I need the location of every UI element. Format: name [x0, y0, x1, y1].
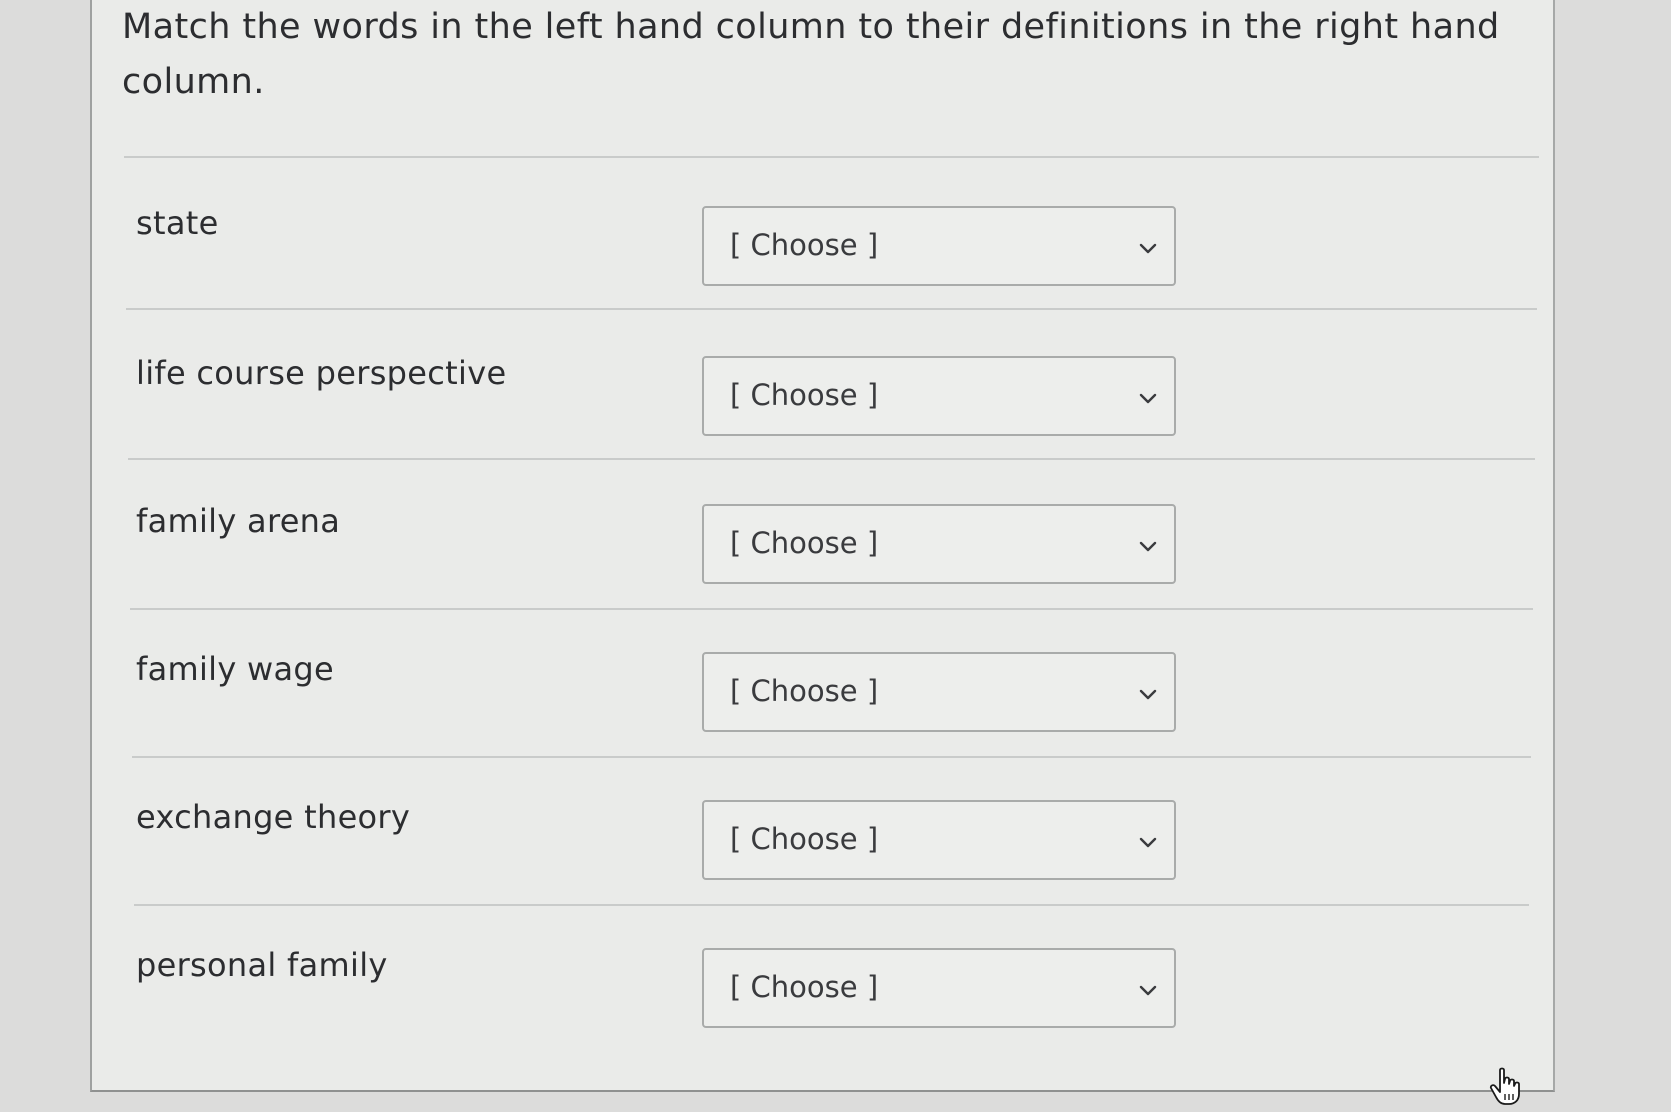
chevron-down-icon: [1139, 541, 1157, 552]
chevron-down-icon: [1139, 689, 1157, 700]
term-label: personal family: [136, 946, 388, 984]
row-divider: [126, 308, 1537, 310]
row-divider: [130, 608, 1533, 610]
term-label: family wage: [136, 650, 335, 688]
match-row-family-wage: family wage [ Choose ]: [92, 638, 1553, 788]
chevron-down-icon: [1139, 243, 1157, 254]
quiz-question-panel: Match the words in the left hand column …: [90, 0, 1555, 1092]
term-label: state: [136, 204, 219, 242]
definition-select-personal-family[interactable]: [ Choose ]: [702, 948, 1176, 1028]
select-value: [ Choose ]: [730, 228, 879, 262]
match-row-life-course-perspective: life course perspective [ Choose ]: [92, 342, 1553, 492]
hand-pointer-icon: [1489, 1067, 1520, 1105]
select-value: [ Choose ]: [730, 378, 879, 412]
definition-select-exchange-theory[interactable]: [ Choose ]: [702, 800, 1176, 880]
term-label: life course perspective: [136, 354, 507, 392]
row-divider: [134, 904, 1529, 906]
select-value: [ Choose ]: [730, 526, 879, 560]
row-divider: [128, 458, 1535, 460]
match-row-personal-family: personal family [ Choose ]: [92, 934, 1553, 1084]
definition-select-family-arena[interactable]: [ Choose ]: [702, 504, 1176, 584]
definition-select-family-wage[interactable]: [ Choose ]: [702, 652, 1176, 732]
select-value: [ Choose ]: [730, 822, 879, 856]
match-row-family-arena: family arena [ Choose ]: [92, 490, 1553, 640]
select-value: [ Choose ]: [730, 674, 879, 708]
chevron-down-icon: [1139, 393, 1157, 404]
select-value: [ Choose ]: [730, 970, 879, 1004]
match-row-exchange-theory: exchange theory [ Choose ]: [92, 786, 1553, 936]
chevron-down-icon: [1139, 837, 1157, 848]
definition-select-life-course-perspective[interactable]: [ Choose ]: [702, 356, 1176, 436]
row-divider: [124, 156, 1539, 158]
row-divider: [132, 756, 1531, 758]
term-label: family arena: [136, 502, 341, 540]
match-row-state: state [ Choose ]: [92, 192, 1553, 342]
definition-select-state[interactable]: [ Choose ]: [702, 206, 1176, 286]
chevron-down-icon: [1139, 985, 1157, 996]
question-prompt: Match the words in the left hand column …: [122, 7, 1500, 102]
term-label: exchange theory: [136, 798, 411, 836]
